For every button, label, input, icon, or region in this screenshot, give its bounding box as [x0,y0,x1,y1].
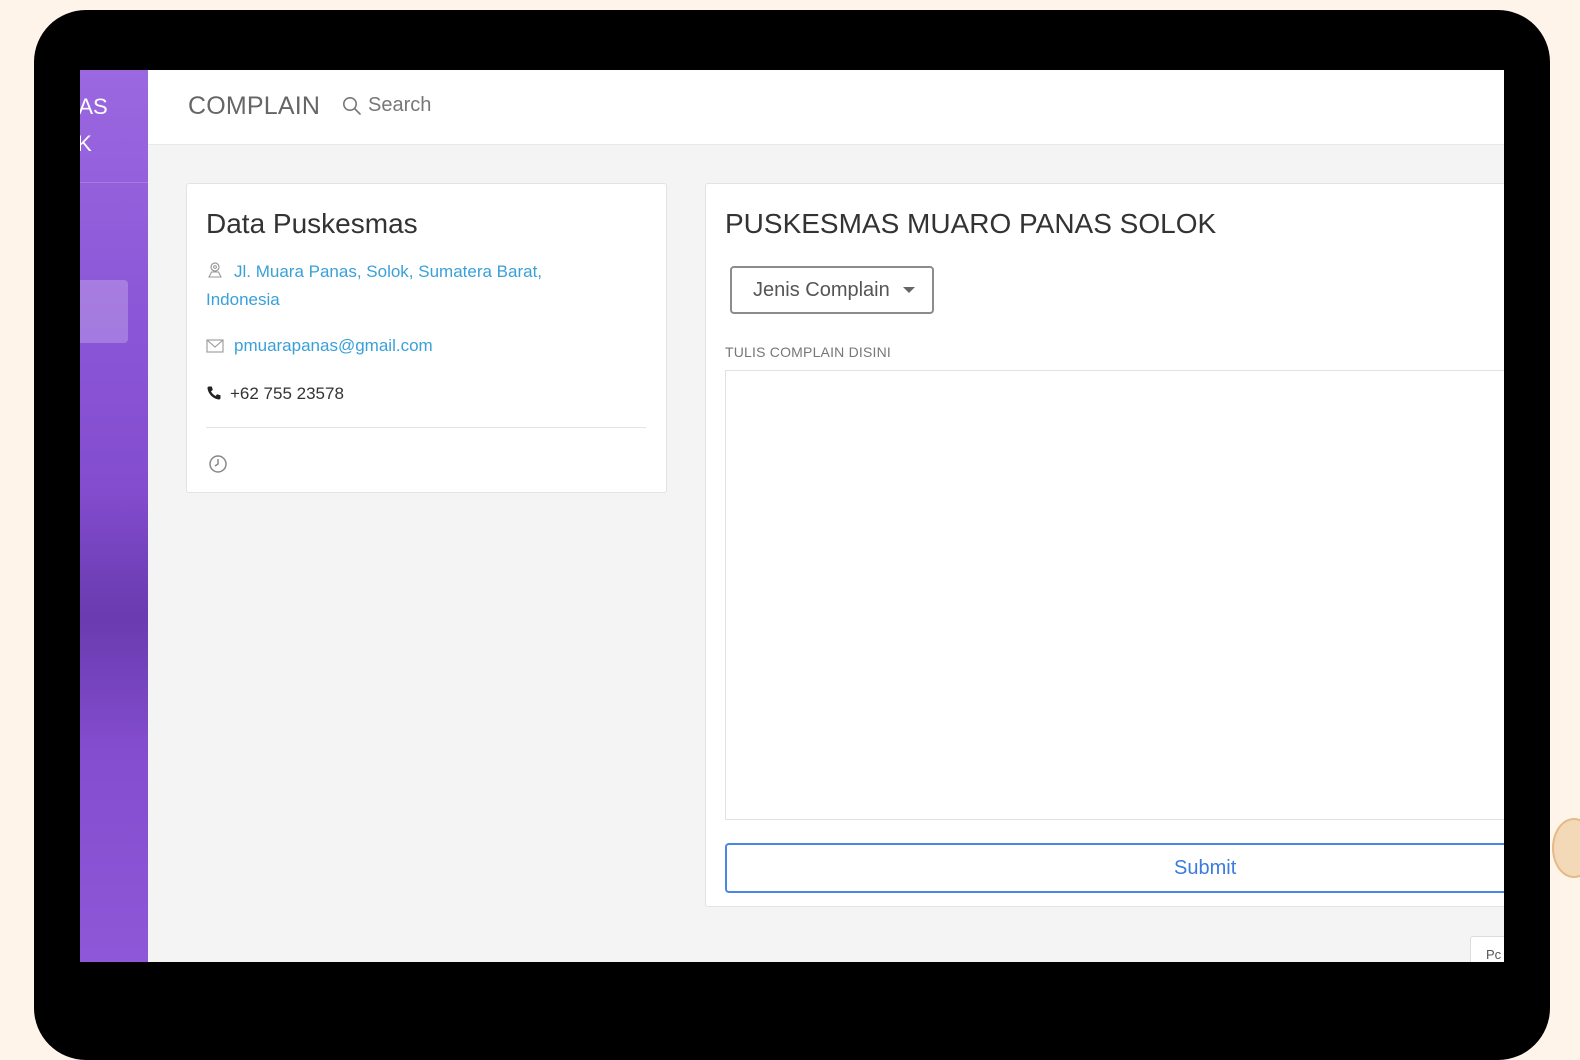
mail-icon [206,335,224,361]
search-box[interactable]: Search [342,94,431,117]
complain-textarea[interactable] [725,370,1504,820]
divider [206,427,646,428]
search-icon [342,96,362,116]
app-screen: MAS OK COMPLAIN Search Data Puskesmas [80,70,1504,962]
info-card: Data Puskesmas Jl. Muara Panas, Solok, S… [186,183,667,493]
dropdown-label: Jenis Complain [753,278,890,301]
address-link[interactable]: Jl. Muara Panas, Solok, Sumatera Barat, … [206,262,542,309]
corner-button[interactable]: Pc [1470,936,1504,962]
submit-button[interactable]: Submit [725,843,1504,893]
page-title: COMPLAIN [188,92,321,120]
phone-row: +62 755 23578 [206,381,344,409]
sidebar: MAS OK [80,70,148,962]
brand-line-1: MAS [80,94,108,119]
address-row[interactable]: Jl. Muara Panas, Solok, Sumatera Barat, … [206,259,586,313]
complain-card-title: PUSKESMAS MUARO PANAS SOLOK [725,208,1217,239]
search-placeholder: Search [368,94,432,116]
decorative-blob [1552,818,1580,878]
brand[interactable]: MAS OK [80,70,148,183]
email-link[interactable]: pmuarapanas@gmail.com [234,336,433,355]
sidebar-active-item[interactable] [80,280,128,343]
info-card-title: Data Puskesmas [206,208,418,239]
chevron-down-icon [902,287,915,293]
complain-field-label: TULIS COMPLAIN DISINI [725,344,892,360]
phone-icon [206,383,222,409]
brand-line-2: OK [80,131,92,156]
complain-card: PUSKESMAS MUARO PANAS SOLOK Jenis Compla… [705,183,1504,907]
location-icon [206,261,224,287]
email-row[interactable]: pmuarapanas@gmail.com [206,333,433,361]
clock-icon [208,454,228,479]
phone-number: +62 755 23578 [230,384,344,403]
topbar: COMPLAIN Search [148,70,1504,145]
complain-type-dropdown[interactable]: Jenis Complain [730,266,934,314]
